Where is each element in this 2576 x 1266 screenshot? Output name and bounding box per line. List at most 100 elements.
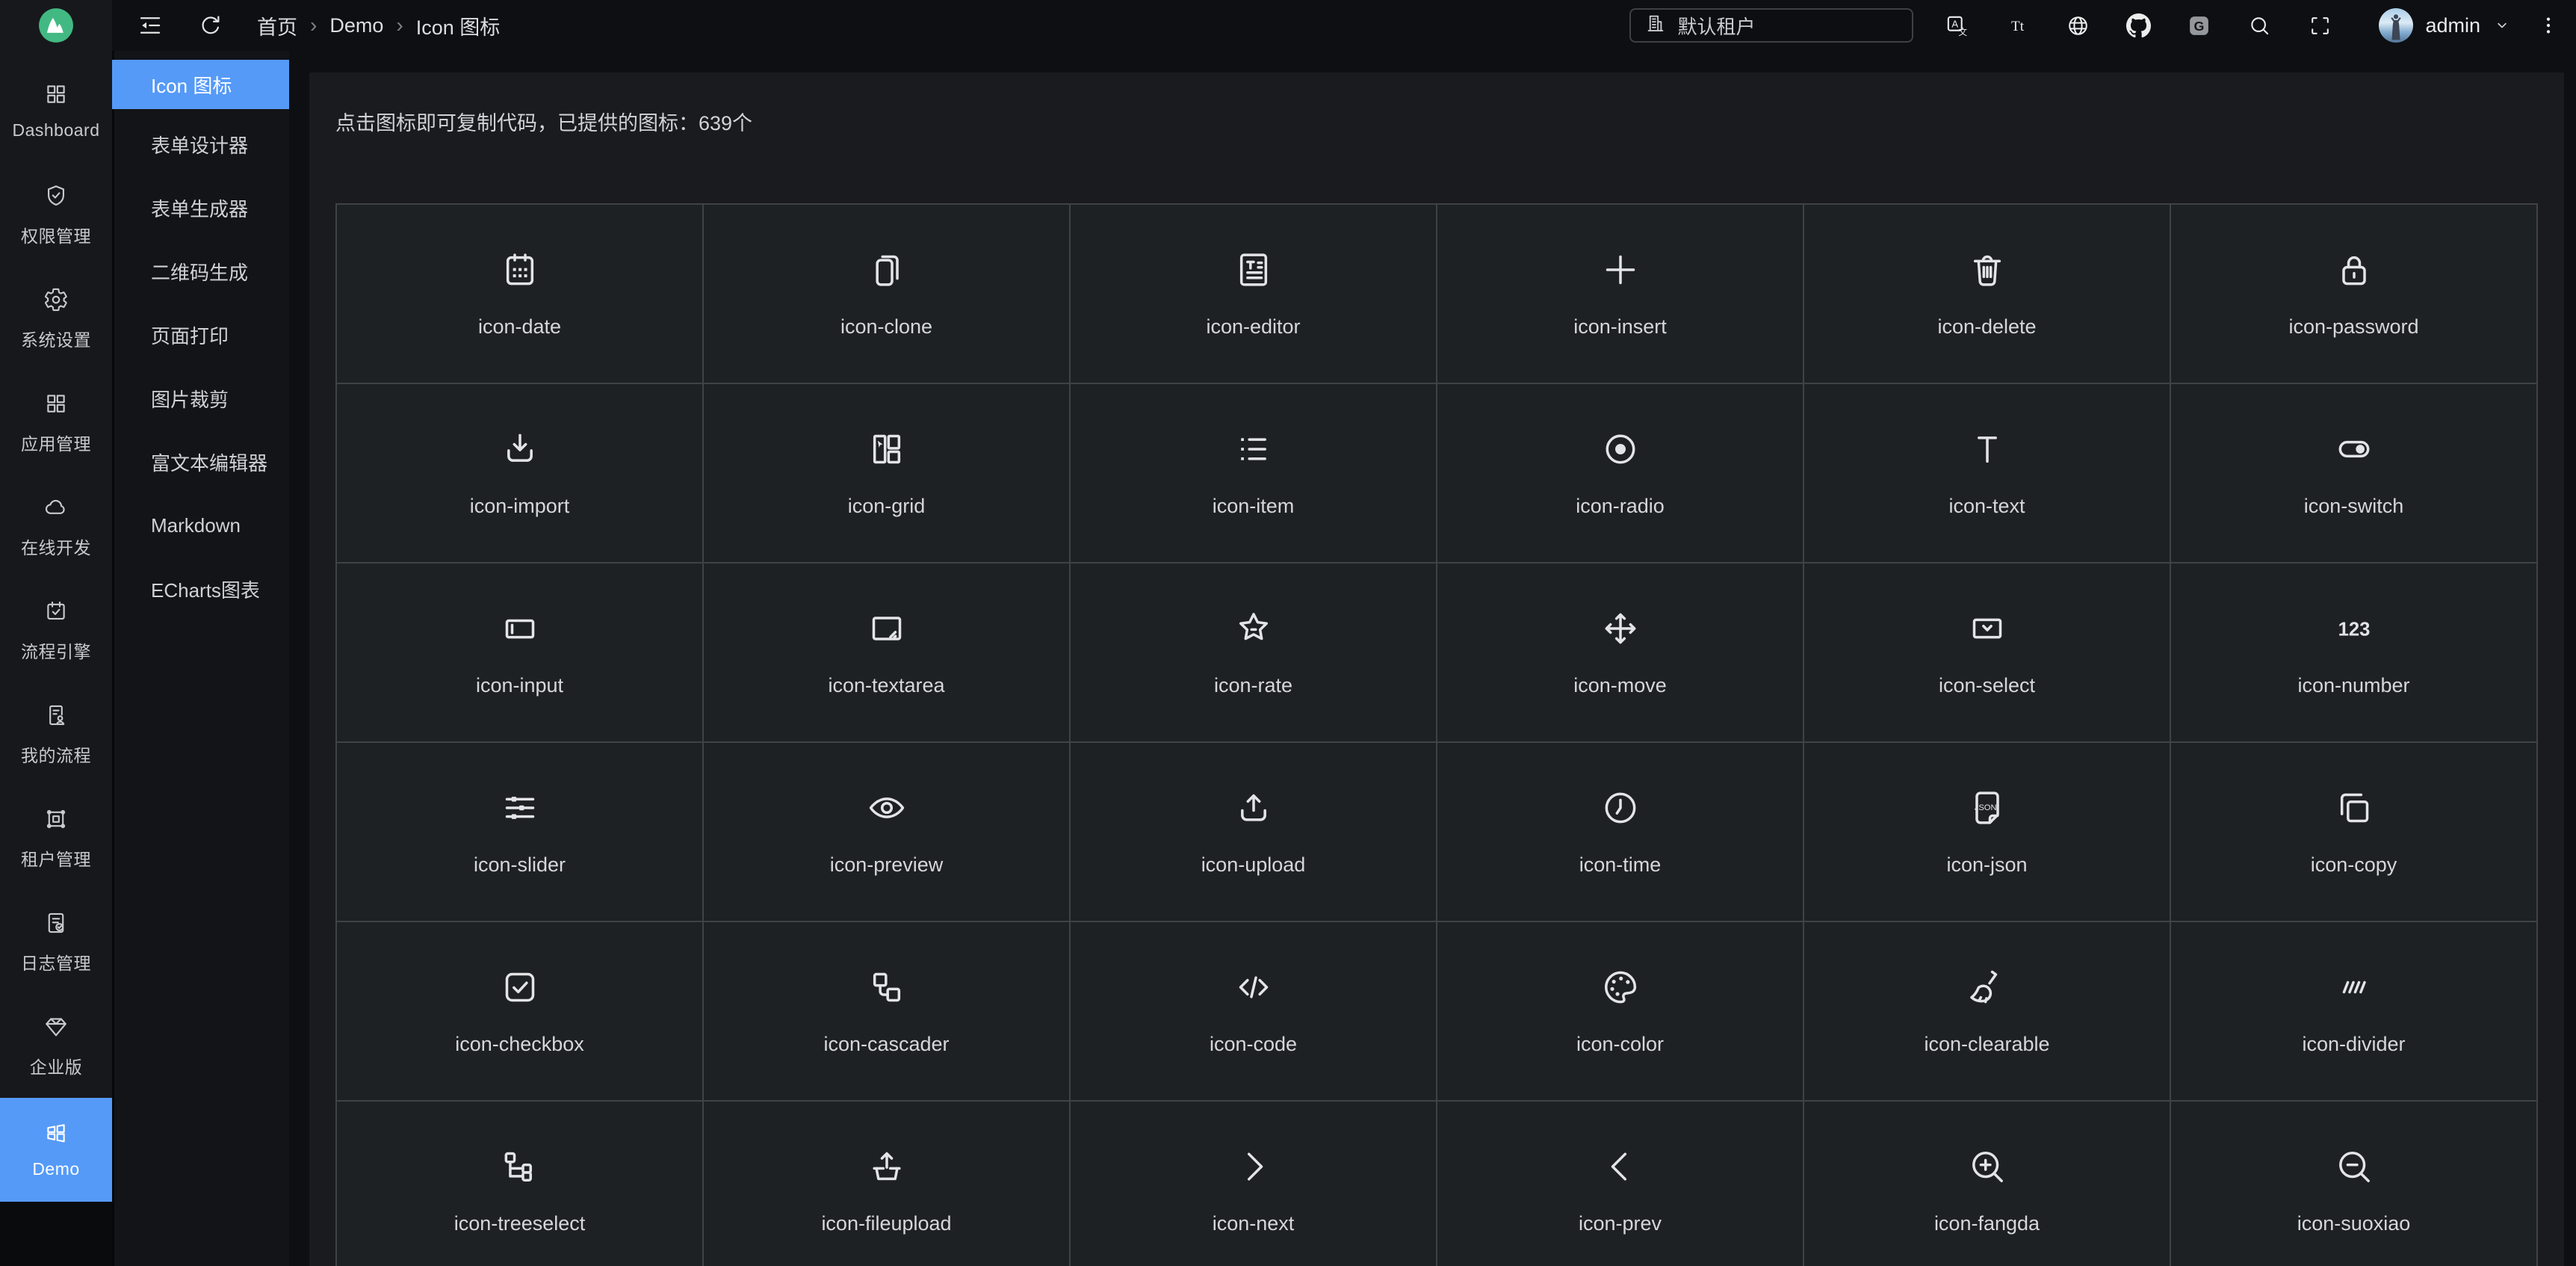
icon-import-glyph (499, 428, 541, 474)
submenu-item-7[interactable]: Markdown (112, 494, 289, 558)
icon-cell-icon-delete[interactable]: icon-delete (1804, 205, 2171, 384)
icon-cell-icon-select[interactable]: icon-select (1804, 563, 2171, 743)
user-menu[interactable]: admin (2379, 8, 2512, 43)
icon-cell-icon-copy[interactable]: icon-copy (2171, 743, 2538, 922)
translate-icon[interactable]: A文 (1945, 13, 1969, 38)
sidebar-item-demo[interactable]: Demo (0, 1098, 112, 1202)
sidebar-item-label: 流程引擎 (21, 637, 91, 663)
icon-cell-label: icon-fangda (1934, 1212, 2040, 1235)
svg-text:A: A (1952, 18, 1959, 29)
sidebar-item-my-flow[interactable]: 我的流程 (0, 682, 112, 786)
icon-fileupload-glyph (866, 1146, 908, 1191)
icon-cell-icon-code[interactable]: icon-code (1071, 922, 1437, 1102)
icon-next-glyph (1233, 1146, 1275, 1191)
icon-cell-label: icon-upload (1201, 853, 1306, 877)
icon-cell-icon-checkbox[interactable]: icon-checkbox (337, 922, 704, 1102)
icon-cell-icon-preview[interactable]: icon-preview (704, 743, 1071, 922)
sidebar-item-system[interactable]: 系统设置 (0, 267, 112, 371)
app-logo[interactable] (0, 0, 112, 51)
font-size-icon[interactable]: Tt (2005, 13, 2030, 38)
collapse-sidebar-icon[interactable] (137, 12, 164, 39)
submenu-item-5[interactable]: 图片裁剪 (112, 367, 289, 430)
icon-cell-icon-input[interactable]: icon-input (337, 563, 704, 743)
icon-cell-icon-suoxiao[interactable]: icon-suoxiao (2171, 1102, 2538, 1266)
breadcrumb-demo[interactable]: Demo (329, 14, 383, 37)
icon-cell-icon-prev[interactable]: icon-prev (1437, 1102, 1804, 1266)
icon-cell-icon-time[interactable]: icon-time (1437, 743, 1804, 922)
breadcrumb-home[interactable]: 首页 (257, 11, 297, 40)
sidebar-item-tenant[interactable]: 租户管理 (0, 786, 112, 890)
icon-cell-icon-insert[interactable]: icon-insert (1437, 205, 1804, 384)
tenant-value: 默认租户 (1677, 12, 1755, 40)
icon-cell-icon-slider[interactable]: icon-slider (337, 743, 704, 922)
icon-cell-icon-cascader[interactable]: icon-cascader (704, 922, 1071, 1102)
icon-suoxiao-glyph (2333, 1146, 2375, 1191)
submenu-item-8[interactable]: ECharts图表 (112, 558, 289, 621)
icon-switch-glyph (2333, 428, 2375, 474)
sidebar-item-logs[interactable]: 日志管理 (0, 890, 112, 994)
globe-icon[interactable] (2066, 13, 2090, 38)
icon-cell-icon-divider[interactable]: icon-divider (2171, 922, 2538, 1102)
refresh-icon[interactable] (197, 12, 224, 39)
icon-cell-icon-grid[interactable]: icon-grid (704, 384, 1071, 563)
icon-cell-icon-fileupload[interactable]: icon-fileupload (704, 1102, 1071, 1266)
building-icon (1644, 12, 1667, 40)
sidebar-item-label: 租户管理 (21, 845, 91, 871)
icon-prev-glyph (1600, 1146, 1641, 1191)
icon-cell-icon-date[interactable]: icon-date (337, 205, 704, 384)
topbar: 首页 › Demo › Icon 图标 默认租户 A文TtG admin (112, 0, 2576, 51)
icon-cell-icon-text[interactable]: icon-text (1804, 384, 2171, 563)
icon-cell-icon-radio[interactable]: icon-radio (1437, 384, 1804, 563)
search-icon[interactable] (2247, 13, 2272, 38)
submenu-item-1[interactable]: 表单设计器 (112, 113, 289, 176)
doc-user-icon (43, 703, 69, 732)
icon-cell-icon-import[interactable]: icon-import (337, 384, 704, 563)
sidebar-item-label: 系统设置 (21, 326, 91, 351)
icon-cell-icon-move[interactable]: icon-move (1437, 563, 1804, 743)
icon-cell-icon-upload[interactable]: icon-upload (1071, 743, 1437, 922)
submenu-item-2[interactable]: 表单生成器 (112, 176, 289, 240)
avatar[interactable] (2379, 8, 2413, 43)
icon-cell-icon-item[interactable]: icon-item (1071, 384, 1437, 563)
sidebar-item-enterprise[interactable]: 企业版 (0, 994, 112, 1098)
icon-cell-label: icon-checkbox (455, 1033, 584, 1056)
sidebar-item-online-dev[interactable]: 在线开发 (0, 475, 112, 578)
icon-cell-icon-editor[interactable]: icon-editor (1071, 205, 1437, 384)
icon-cell-icon-number[interactable]: 123icon-number (2171, 563, 2538, 743)
submenu-item-3[interactable]: 二维码生成 (112, 240, 289, 303)
sidebar-item-dashboard[interactable]: Dashboard (0, 59, 112, 163)
icon-cell-label: icon-time (1579, 853, 1662, 877)
icon-cell-icon-clearable[interactable]: icon-clearable (1804, 922, 2171, 1102)
icon-cell-icon-fangda[interactable]: icon-fangda (1804, 1102, 2171, 1266)
icon-cell-icon-textarea[interactable]: icon-textarea (704, 563, 1071, 743)
github-icon[interactable] (2126, 13, 2151, 38)
sidebar-item-auth[interactable]: 权限管理 (0, 163, 112, 267)
gitee-icon[interactable]: G (2187, 13, 2211, 38)
icon-time-glyph (1600, 787, 1641, 833)
icon-cell-icon-switch[interactable]: icon-switch (2171, 384, 2538, 563)
submenu-item-0[interactable]: Icon 图标 (112, 60, 289, 109)
icon-cell-icon-color[interactable]: icon-color (1437, 922, 1804, 1102)
sidebar-filler (0, 1202, 112, 1266)
icon-cell-icon-next[interactable]: icon-next (1071, 1102, 1437, 1266)
sidebar-item-workflow[interactable]: 流程引擎 (0, 578, 112, 682)
tenant-selector[interactable]: 默认租户 (1629, 8, 1913, 43)
icon-text-glyph (1966, 428, 2008, 474)
chevron-down-icon (2492, 16, 2512, 35)
kebab-menu-icon[interactable] (2537, 13, 2560, 38)
dashboard-icon (43, 81, 69, 111)
icon-cell-icon-json[interactable]: JSONicon-json (1804, 743, 2171, 922)
icon-cell-label: icon-code (1210, 1033, 1297, 1056)
submenu-item-6[interactable]: 富文本编辑器 (112, 430, 289, 494)
icon-cell-icon-treeselect[interactable]: icon-treeselect (337, 1102, 704, 1266)
icon-cell-icon-password[interactable]: icon-password (2171, 205, 2538, 384)
icon-cell-icon-rate[interactable]: icon-rate (1071, 563, 1437, 743)
icon-cell-icon-clone[interactable]: icon-clone (704, 205, 1071, 384)
sidebar-item-apps[interactable]: 应用管理 (0, 371, 112, 475)
submenu-item-4[interactable]: 页面打印 (112, 303, 289, 367)
sidebar-item-label: 应用管理 (21, 430, 91, 455)
gear-icon (43, 287, 69, 316)
fullscreen-icon[interactable] (2308, 13, 2332, 38)
icon-move-glyph (1600, 608, 1641, 653)
breadcrumb-separator: › (396, 13, 403, 37)
